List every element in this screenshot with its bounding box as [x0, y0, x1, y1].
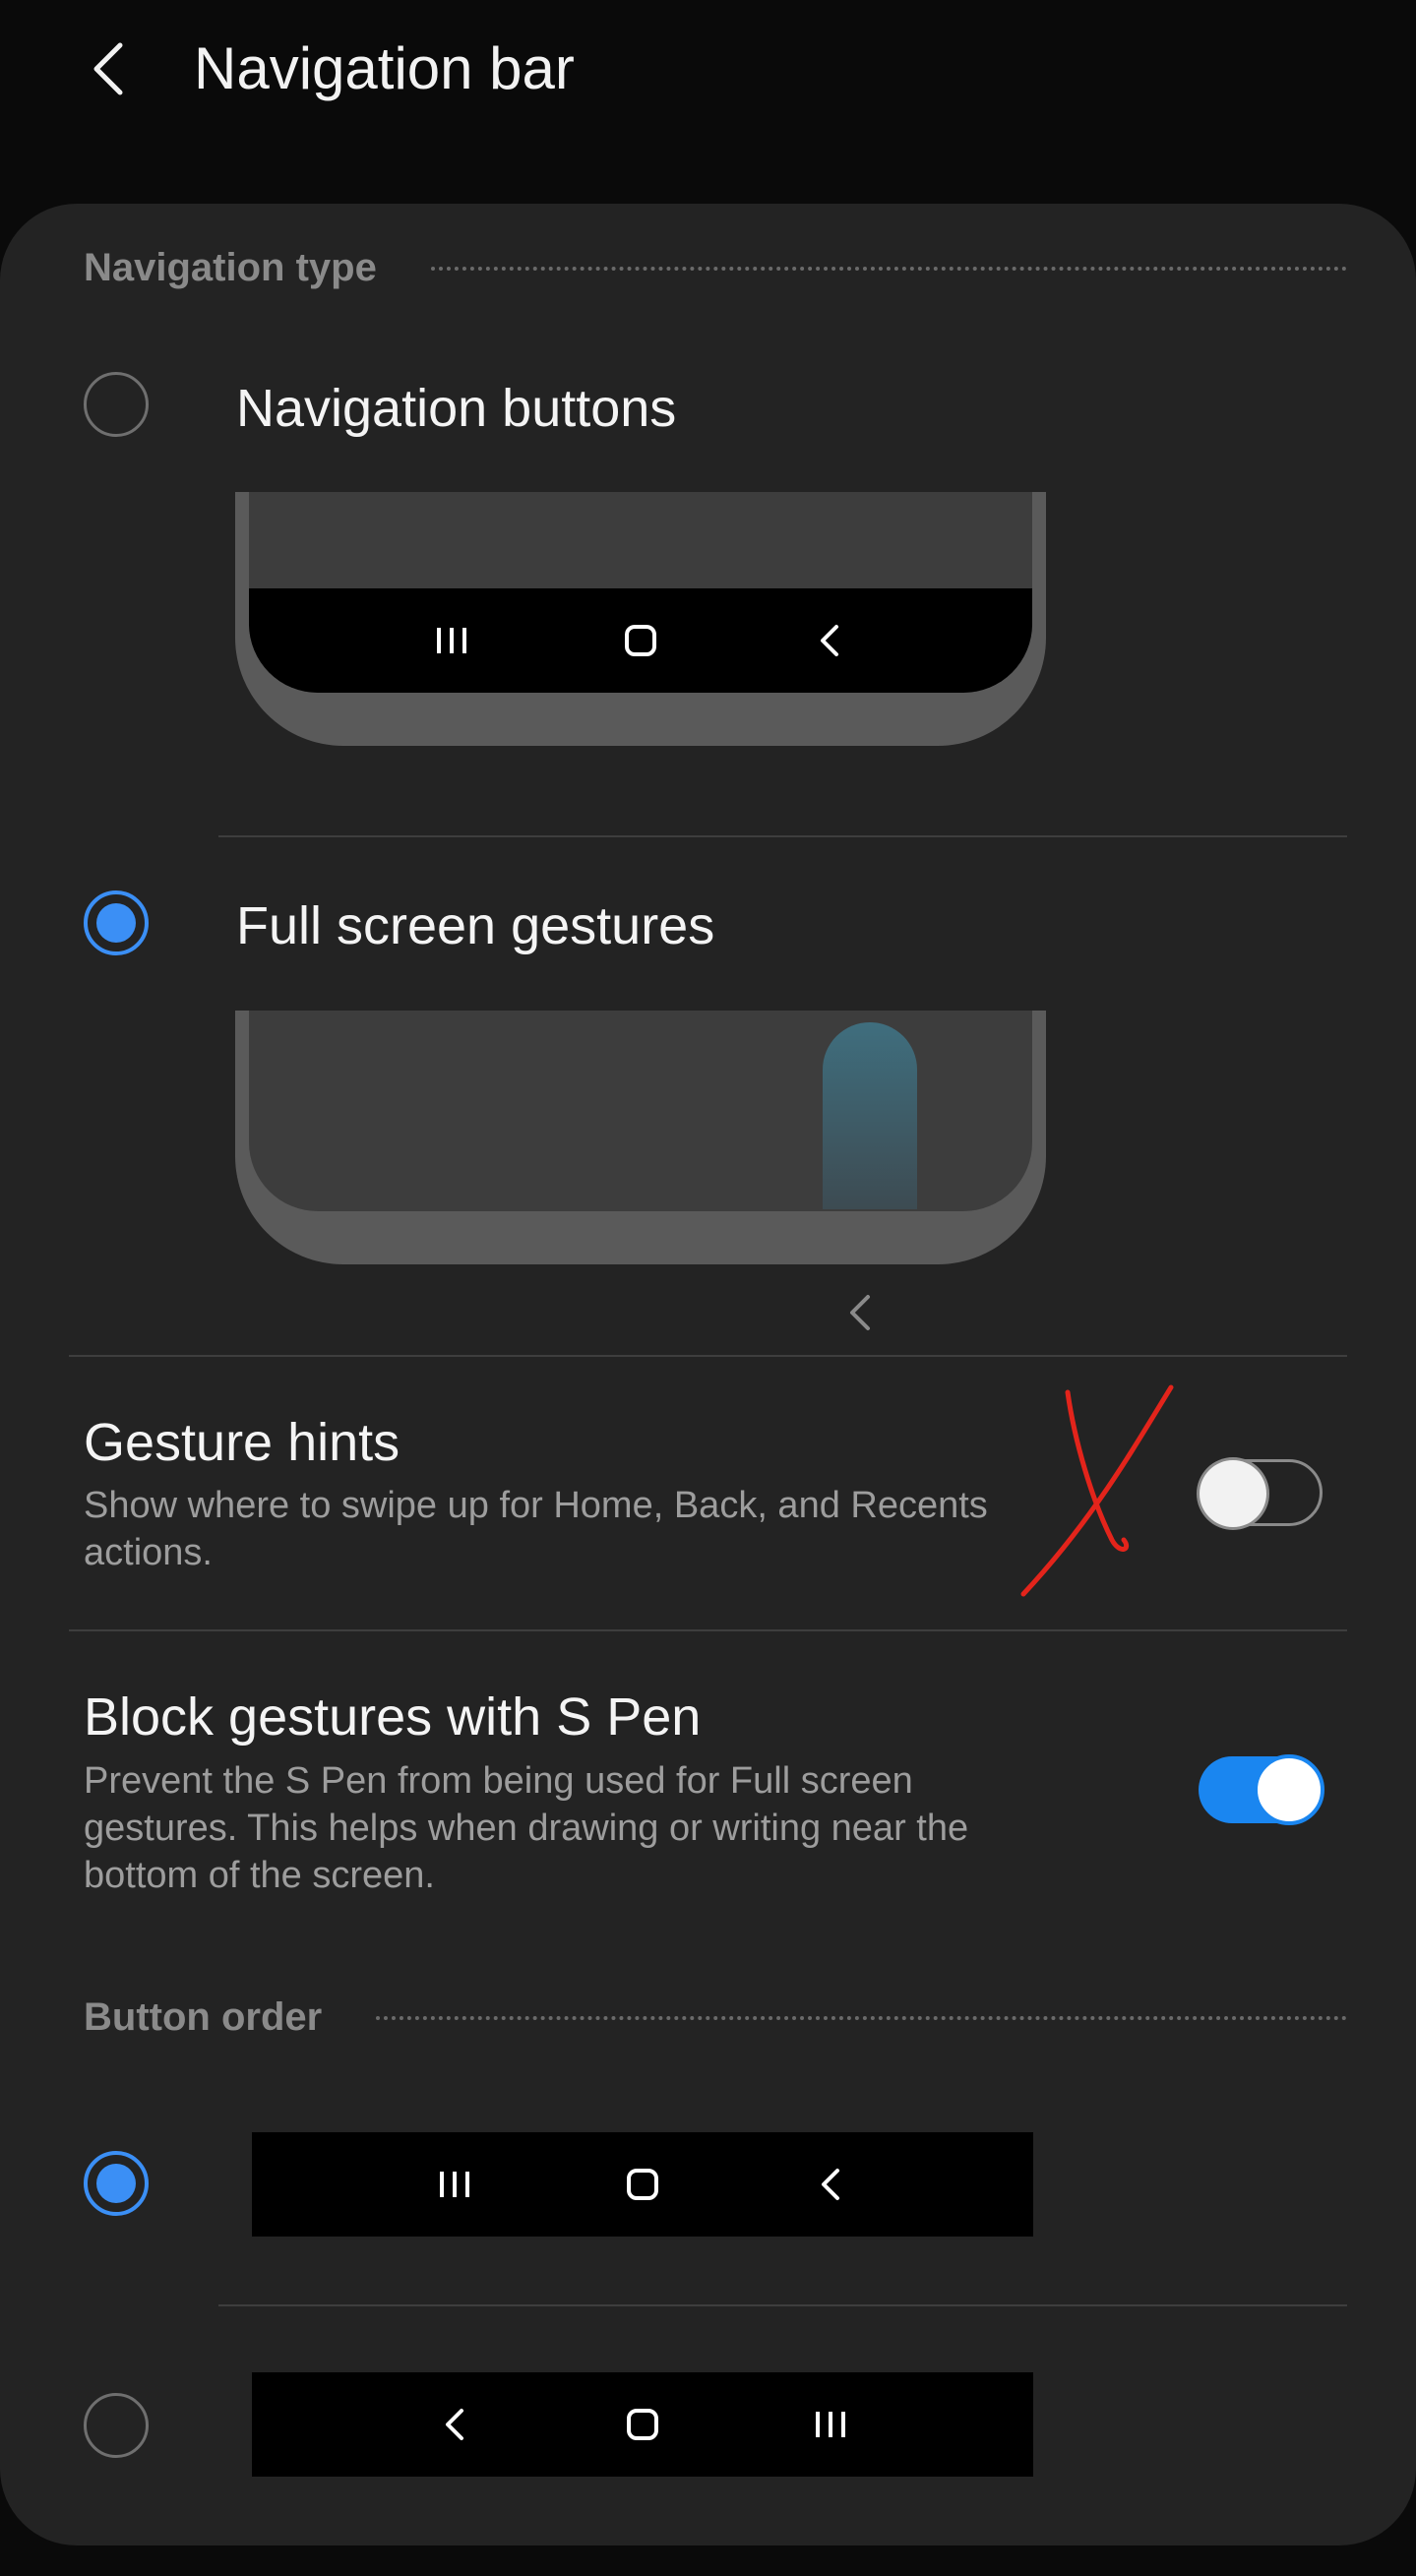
- full-screen-gestures-preview[interactable]: [235, 1011, 1046, 1264]
- option-label-full-screen-gestures[interactable]: Full screen gestures: [236, 891, 714, 960]
- button-order-preview-2[interactable]: [252, 2372, 1033, 2477]
- gesture-hints-title[interactable]: Gesture hints: [84, 1409, 400, 1476]
- gesture-swipe-indicator: [823, 1022, 917, 1209]
- radio-button-order-recents-home-back[interactable]: [84, 2151, 149, 2216]
- block-gestures-description: Prevent the S Pen from being used for Fu…: [84, 1760, 969, 1896]
- option-label-navigation-buttons[interactable]: Navigation buttons: [236, 374, 676, 443]
- dotted-divider: [376, 2015, 1347, 2020]
- recents-icon: [430, 619, 473, 662]
- recents-icon: [809, 2403, 852, 2446]
- home-icon: [621, 2163, 664, 2206]
- home-icon: [619, 619, 662, 662]
- gesture-hints-description: Show where to swipe up for Home, Back, a…: [84, 1485, 988, 1573]
- recents-icon: [433, 2163, 476, 2206]
- chevron-left-icon: [93, 42, 123, 95]
- chevron-left-icon: [842, 1291, 878, 1334]
- section-label: Button order: [84, 1995, 323, 2039]
- button-order-preview-1[interactable]: [252, 2132, 1033, 2237]
- back-button[interactable]: [77, 30, 140, 108]
- section-header-navigation-type: Navigation type: [84, 246, 1347, 290]
- block-gestures-title[interactable]: Block gestures with S Pen: [84, 1684, 701, 1750]
- gesture-hints-toggle[interactable]: [1199, 1459, 1323, 1527]
- preview-navbar: [249, 588, 1032, 693]
- section-header-button-order: Button order: [84, 1995, 1347, 2040]
- section-label: Navigation type: [84, 246, 377, 289]
- dotted-divider: [430, 266, 1347, 271]
- page-title: Navigation bar: [194, 35, 575, 101]
- preview-screen: [249, 1011, 1032, 1211]
- block-gestures-toggle[interactable]: [1199, 1754, 1324, 1825]
- toggle-knob: [1200, 1460, 1266, 1527]
- navigation-buttons-preview[interactable]: [235, 492, 1046, 746]
- divider: [218, 2304, 1347, 2306]
- radio-button-order-back-home-recents[interactable]: [84, 2393, 149, 2458]
- preview-screen: [249, 492, 1032, 693]
- annotation-x-mark: [1020, 1384, 1174, 1597]
- back-icon: [809, 2163, 852, 2206]
- radio-navigation-buttons[interactable]: [84, 372, 149, 437]
- app-header: Navigation bar: [0, 0, 1416, 138]
- back-icon: [808, 619, 851, 662]
- home-icon: [621, 2403, 664, 2446]
- toggle-knob: [1254, 1754, 1324, 1825]
- back-icon: [433, 2403, 476, 2446]
- radio-full-screen-gestures[interactable]: [84, 890, 149, 955]
- divider: [69, 1355, 1347, 1357]
- divider: [69, 1629, 1347, 1631]
- divider: [218, 835, 1347, 837]
